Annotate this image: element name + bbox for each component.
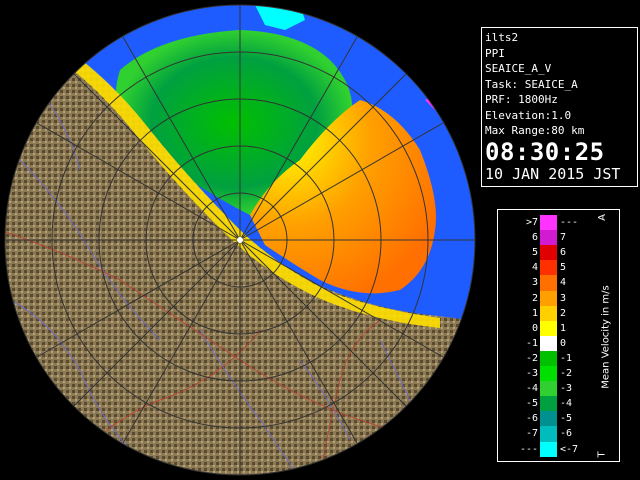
legend-lower-bound: -2 (525, 352, 538, 364)
legend-lower-bound: 5 (531, 247, 538, 259)
product-name: SEAICE_A_V (485, 62, 552, 75)
legend-color-swatch (540, 260, 557, 276)
legend-corner-top: A (596, 214, 608, 221)
legend-color-swatch (540, 290, 557, 306)
legend-color-swatch (540, 426, 557, 442)
legend-color-swatch (540, 366, 557, 382)
legend-upper-bound: 5 (560, 262, 567, 274)
scan-date: 10 JAN 2015 JST (485, 164, 621, 183)
task-name: Task: SEAICE_A (485, 77, 578, 91)
legend-color-swatch (540, 215, 557, 231)
legend-lower-bound: -7 (525, 428, 538, 440)
scan-time: 08:30:25 (485, 137, 605, 166)
legend-upper-bound: 4 (560, 277, 567, 289)
legend-color-swatch (540, 396, 557, 412)
legend-color-swatch (540, 245, 557, 261)
legend-upper-bound: 7 (560, 232, 567, 244)
legend-upper-bound: --- (560, 217, 579, 228)
legend-lower-bound: -5 (525, 398, 538, 410)
legend-color-swatch (540, 305, 557, 322)
legend-upper-bound: -1 (560, 352, 573, 364)
legend-title-text: Mean Velocity in m/s (600, 284, 612, 389)
legend-lower-bound: -1 (525, 337, 538, 349)
legend-title: Mean Velocity in m/s (594, 210, 618, 463)
legend-lower-bound: 6 (531, 232, 538, 244)
legend-lower-bound: 1 (531, 307, 538, 319)
prf-value: PRF: 1800Hz (485, 93, 558, 106)
station-name: ilts2 (485, 31, 519, 44)
legend-color-swatch (540, 381, 557, 397)
legend-lower-bound: 3 (531, 277, 538, 289)
legend-lower-bound: -6 (525, 413, 538, 425)
radar-site-marker (237, 237, 243, 243)
legend-corner-bottom: T (596, 451, 608, 458)
scan-info-panel: ilts2 PPI SEAICE_A_V Task: SEAICE_A PRF:… (481, 27, 638, 187)
legend-upper-bound: -6 (560, 428, 573, 440)
legend-upper-bound: 6 (560, 247, 567, 259)
legend-upper-bound: 0 (560, 337, 567, 349)
legend-lower-bound: >7 (525, 217, 538, 228)
legend-lower-bound: -4 (525, 383, 538, 395)
legend-lower-bound: 0 (531, 322, 538, 334)
legend-lower-bound: 2 (531, 292, 538, 304)
legend-upper-bound: -3 (560, 383, 573, 395)
legend-upper-bound: <-7 (560, 443, 579, 455)
legend-upper-bound: -2 (560, 368, 573, 379)
velocity-legend: >7 --- 6 7 5 6 4 5 3 4 2 3 1 2 0 1 -1 0 -2 -1 -3 -2 -4 -3 -5 -4 -6… (497, 209, 620, 462)
legend-color-swatch (540, 275, 557, 291)
legend-upper-bound: 2 (560, 307, 567, 319)
legend-color-swatch (540, 320, 557, 337)
legend-color-swatch (540, 350, 557, 367)
legend-upper-bound: -4 (560, 398, 573, 410)
radar-ppi-map[interactable] (0, 0, 480, 480)
legend-upper-bound: -5 (560, 413, 573, 425)
max-range-value: Max Range:80 km (485, 124, 585, 137)
legend-lower-bound: 4 (531, 262, 538, 274)
legend-upper-bound: 3 (560, 292, 567, 304)
legend-lower-bound: --- (519, 443, 538, 455)
legend-color-swatch (540, 230, 557, 246)
legend-color-swatch (540, 335, 557, 352)
elevation-value: Elevation:1.0 (485, 108, 572, 122)
legend-upper-bound: 1 (560, 322, 567, 334)
legend-color-swatch (540, 441, 557, 457)
radar-display: ilts2 PPI SEAICE_A_V Task: SEAICE_A PRF:… (0, 0, 640, 480)
scan-type: PPI (485, 46, 505, 60)
legend-color-swatch (540, 411, 557, 427)
legend-lower-bound: -3 (525, 368, 538, 379)
